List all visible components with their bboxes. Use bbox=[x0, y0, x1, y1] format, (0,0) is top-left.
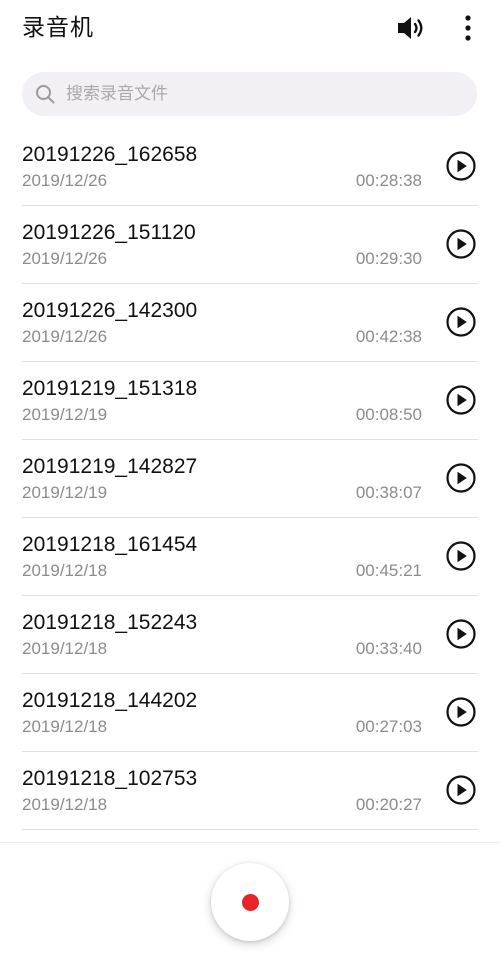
play-icon[interactable] bbox=[445, 306, 477, 338]
recording-duration: 00:33:40 bbox=[355, 639, 422, 658]
play-icon[interactable] bbox=[445, 384, 477, 416]
recording-date: 2019/12/19 bbox=[22, 483, 108, 502]
play-icon[interactable] bbox=[445, 696, 477, 728]
recording-date: 2019/12/18 bbox=[22, 717, 108, 736]
recording-item[interactable]: 20191219_142827 2019/12/19 00:38:07 bbox=[0, 440, 500, 518]
play-icon[interactable] bbox=[445, 150, 477, 182]
speaker-button[interactable] bbox=[395, 12, 427, 44]
play-icon[interactable] bbox=[445, 462, 477, 494]
recording-name: 20191219_151318 bbox=[22, 377, 198, 400]
recording-item[interactable]: 20191218_102753 2019/12/18 00:20:27 bbox=[0, 752, 500, 830]
recording-duration: 00:29:30 bbox=[355, 249, 422, 268]
play-icon[interactable] bbox=[445, 774, 477, 806]
play-icon[interactable] bbox=[445, 540, 477, 572]
more-vertical-icon bbox=[465, 15, 471, 41]
recording-name: 20191218_144202 bbox=[22, 689, 198, 712]
recording-item[interactable]: 20191218_161454 2019/12/18 00:45:21 bbox=[0, 518, 500, 596]
search-bar[interactable] bbox=[22, 72, 477, 116]
record-button[interactable] bbox=[211, 863, 289, 941]
recording-item[interactable]: 20191226_151120 2019/12/26 00:29:30 bbox=[0, 206, 500, 284]
speaker-icon bbox=[398, 17, 423, 39]
bottom-separator bbox=[0, 842, 500, 843]
recording-date: 2019/12/26 bbox=[22, 327, 108, 346]
list-divider bbox=[22, 829, 478, 830]
recording-duration: 00:45:21 bbox=[355, 561, 422, 580]
recording-date: 2019/12/26 bbox=[22, 249, 108, 268]
recording-duration: 00:28:38 bbox=[355, 171, 422, 190]
recording-name: 20191226_142300 bbox=[22, 299, 198, 322]
recording-date: 2019/12/26 bbox=[22, 171, 108, 190]
recording-date: 2019/12/18 bbox=[22, 795, 108, 814]
recording-item[interactable]: 20191226_162658 2019/12/26 00:28:38 bbox=[0, 128, 500, 206]
record-dot-icon bbox=[241, 893, 259, 911]
recording-duration: 00:27:03 bbox=[355, 717, 422, 736]
recording-duration: 00:38:07 bbox=[355, 483, 422, 502]
recording-name: 20191218_152243 bbox=[22, 611, 198, 634]
recording-name: 20191218_161454 bbox=[22, 533, 198, 556]
app-bar: 录音机 bbox=[0, 0, 500, 56]
recording-item[interactable]: 20191218_144202 2019/12/18 00:27:03 bbox=[0, 674, 500, 752]
recording-item[interactable]: 20191226_142300 2019/12/26 00:42:38 bbox=[0, 284, 500, 362]
recording-name: 20191226_162658 bbox=[22, 143, 198, 166]
more-options-button[interactable] bbox=[456, 10, 480, 46]
recording-duration: 00:08:50 bbox=[355, 405, 422, 424]
recording-name: 20191226_151120 bbox=[22, 221, 196, 244]
recording-item[interactable]: 20191219_151318 2019/12/19 00:08:50 bbox=[0, 362, 500, 440]
search-icon bbox=[36, 85, 55, 104]
recording-item[interactable]: 20191218_152243 2019/12/18 00:33:40 bbox=[0, 596, 500, 674]
search-input[interactable] bbox=[66, 72, 461, 116]
recording-date: 2019/12/19 bbox=[22, 405, 108, 424]
play-icon[interactable] bbox=[445, 618, 477, 650]
play-icon[interactable] bbox=[445, 228, 477, 260]
recording-date: 2019/12/18 bbox=[22, 639, 108, 658]
recording-duration: 00:42:38 bbox=[355, 327, 422, 346]
recording-duration: 00:20:27 bbox=[355, 795, 422, 814]
recording-name: 20191219_142827 bbox=[22, 455, 198, 478]
recording-date: 2019/12/18 bbox=[22, 561, 108, 580]
recording-list: 20191226_162658 2019/12/26 00:28:38 2019… bbox=[0, 128, 500, 830]
app-title: 录音机 bbox=[22, 15, 94, 41]
recording-name: 20191218_102753 bbox=[22, 767, 198, 790]
